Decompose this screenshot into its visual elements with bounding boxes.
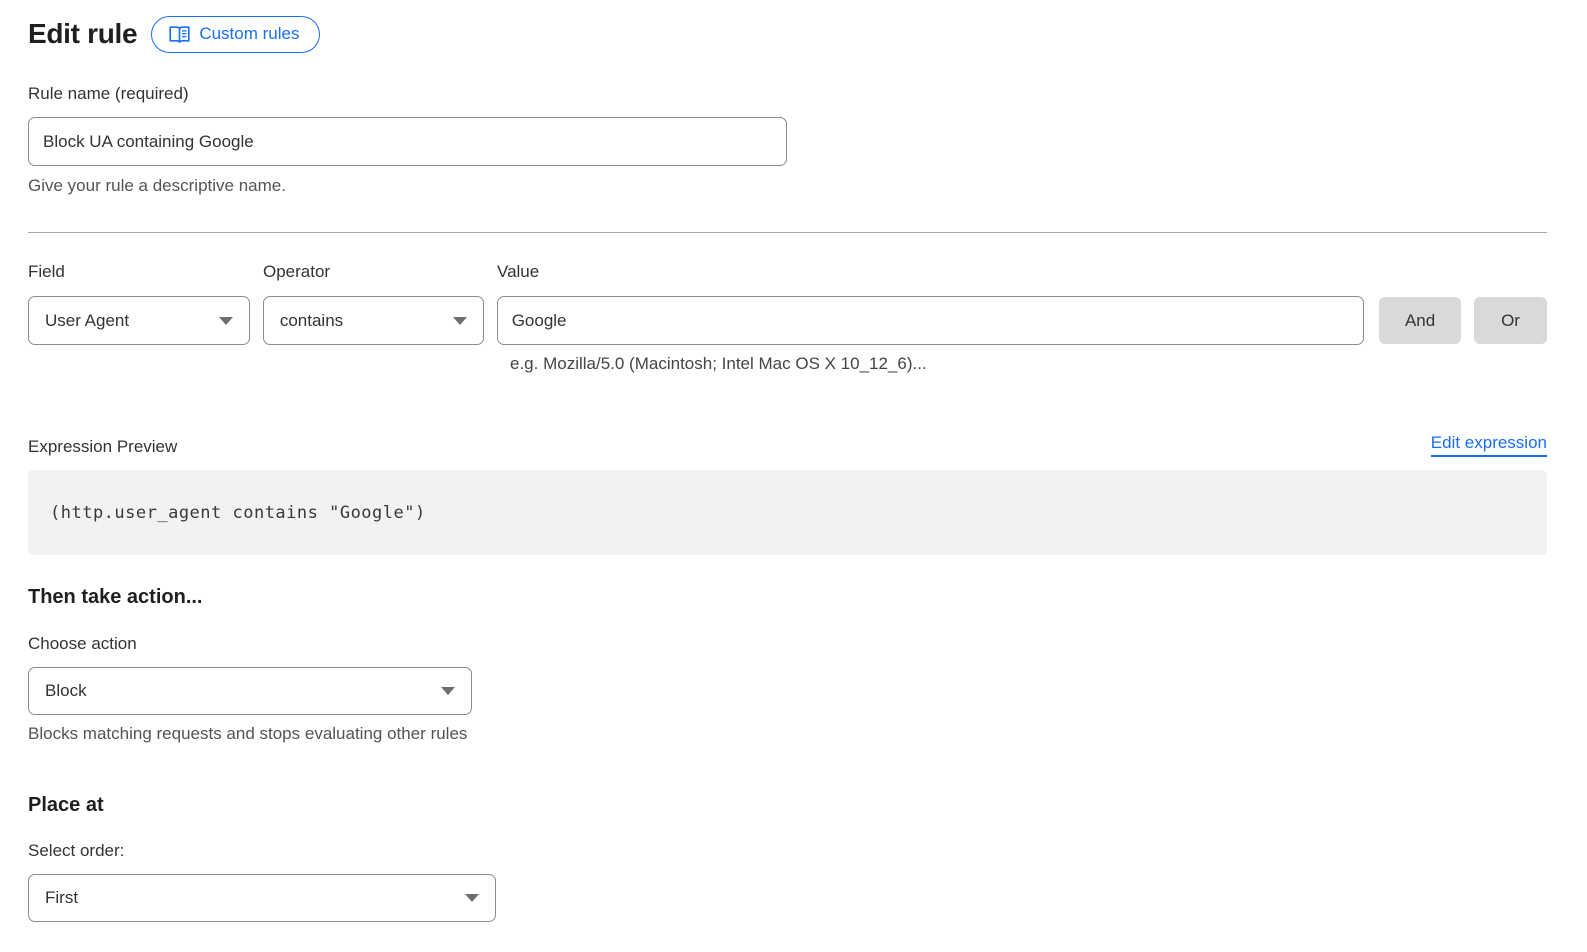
value-help: e.g. Mozilla/5.0 (Macintosh; Intel Mac O… bbox=[510, 354, 1547, 374]
custom-rules-button[interactable]: Custom rules bbox=[151, 16, 320, 53]
chevron-down-icon bbox=[441, 687, 455, 695]
page-title: Edit rule bbox=[28, 18, 137, 50]
action-section-heading: Then take action... bbox=[28, 586, 1547, 609]
rule-name-label: Rule name (required) bbox=[28, 84, 1547, 104]
expression-preview-label: Expression Preview bbox=[28, 437, 177, 457]
section-divider bbox=[28, 232, 1547, 233]
expression-preview-code: (http.user_agent contains "Google") bbox=[28, 470, 1547, 555]
placement-section-heading: Place at bbox=[28, 794, 1547, 817]
page-header: Edit rule Custom rules bbox=[28, 15, 1547, 53]
choose-action-label: Choose action bbox=[28, 634, 1547, 654]
field-select[interactable]: User Agent bbox=[28, 296, 250, 345]
order-select-value: First bbox=[45, 888, 78, 908]
operator-select-value: contains bbox=[280, 311, 343, 331]
operator-select[interactable]: contains bbox=[263, 296, 484, 345]
field-select-value: User Agent bbox=[45, 311, 129, 331]
or-button[interactable]: Or bbox=[1474, 297, 1547, 344]
rule-name-input[interactable] bbox=[28, 117, 787, 166]
value-input[interactable] bbox=[497, 296, 1364, 345]
edit-rule-page: Edit rule Custom rules Rule name (requir… bbox=[0, 0, 1587, 922]
chevron-down-icon bbox=[465, 894, 479, 902]
and-button[interactable]: And bbox=[1379, 297, 1461, 344]
open-book-icon bbox=[169, 25, 190, 44]
field-label: Field bbox=[28, 262, 250, 282]
select-order-label: Select order: bbox=[28, 841, 1547, 861]
action-help: Blocks matching requests and stops evalu… bbox=[28, 724, 1547, 744]
edit-expression-link[interactable]: Edit expression bbox=[1431, 433, 1547, 457]
operator-label: Operator bbox=[263, 262, 484, 282]
order-select[interactable]: First bbox=[28, 874, 496, 922]
expression-code-text: (http.user_agent contains "Google") bbox=[50, 503, 426, 523]
custom-rules-button-label: Custom rules bbox=[199, 24, 299, 44]
chevron-down-icon bbox=[219, 317, 233, 325]
action-select-value: Block bbox=[45, 681, 87, 701]
rule-name-help: Give your rule a descriptive name. bbox=[28, 176, 1547, 196]
chevron-down-icon bbox=[453, 317, 467, 325]
value-label: Value bbox=[497, 262, 1365, 282]
action-select[interactable]: Block bbox=[28, 667, 472, 715]
